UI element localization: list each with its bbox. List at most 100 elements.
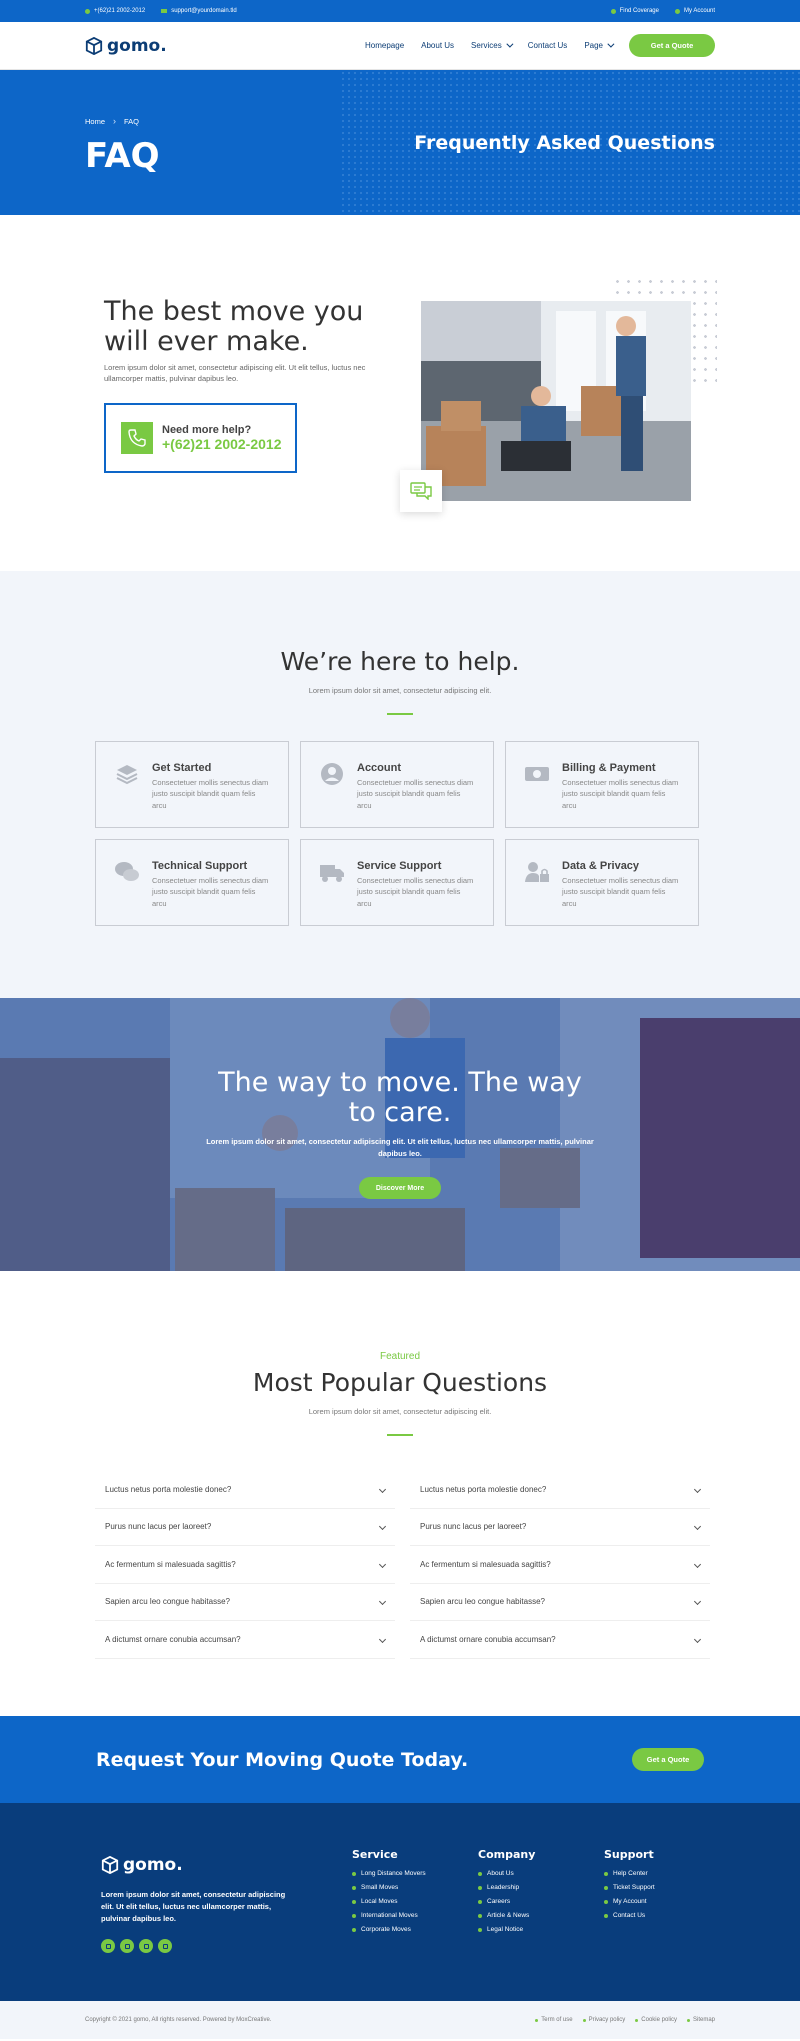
faq-item[interactable]: Purus nunc lacus per laoreet? (95, 1508, 395, 1546)
cta-title: Request Your Moving Quote Today. (96, 1748, 469, 1771)
page-hero: Home › FAQ FAQ Frequently Asked Question… (0, 70, 800, 215)
card-text: Consectetuer mollis senectus diam justo … (357, 876, 474, 908)
user-lock-icon (524, 860, 550, 886)
faq-item[interactable]: Ac fermentum si malesuada sagittis? (95, 1546, 395, 1584)
chevron-down-icon (607, 40, 615, 48)
faq-item[interactable]: Luctus netus porta molestie donec? (95, 1471, 395, 1509)
card-service-support[interactable]: Service Support Consectetuer mollis senec… (300, 839, 494, 926)
dribbble-icon[interactable] (120, 1939, 134, 1953)
breadcrumb-home[interactable]: Home (85, 117, 105, 126)
footer-link[interactable]: Article & News (478, 1912, 535, 1919)
legal-link[interactable]: Sitemap (687, 2017, 715, 2023)
card-title: Data & Privacy (562, 860, 640, 872)
phone-contact[interactable]: +(62)21 2002-2012 (85, 8, 145, 14)
card-billing[interactable]: Billing & Payment Consectetuer mollis sen… (505, 741, 699, 828)
discover-more-button[interactable]: Discover More (359, 1177, 441, 1199)
intro-heading: The best move you will ever make. (104, 296, 364, 357)
legal-link[interactable]: Cookie policy (635, 2017, 677, 2023)
cta-quote-button[interactable]: Get a Quote (632, 1748, 704, 1771)
footer-logo-text: gomo. (123, 1855, 183, 1875)
my-account-link[interactable]: My Account (674, 8, 715, 14)
nav-about[interactable]: About Us (421, 41, 454, 50)
moving-banner: The way to move. The way to care. Lorem … (0, 998, 800, 1271)
help-phone[interactable]: +(62)21 2002-2012 (162, 436, 282, 452)
faq-item[interactable]: Luctus netus porta molestie donec? (410, 1471, 710, 1509)
chat-icon[interactable] (400, 470, 442, 512)
faq-question: Purus nunc lacus per laoreet? (420, 1522, 527, 1532)
faq-subtitle: Lorem ipsum dolor sit amet, consectetur … (308, 1407, 492, 1416)
nav-contact[interactable]: Contact Us (528, 41, 568, 50)
chevron-right-icon: › (113, 116, 117, 126)
box-logo-icon (101, 1856, 119, 1874)
find-coverage-label: Find Coverage (619, 8, 659, 14)
help-subtitle: Lorem ipsum dolor sit amet, consectetur … (308, 686, 492, 695)
intro-section: The best move you will ever make. Lorem … (0, 215, 800, 571)
faq-item[interactable]: A dictumst ornare conubia accumsan? (95, 1621, 395, 1659)
nav-services[interactable]: Services (471, 40, 514, 50)
faq-item[interactable]: Sapien arcu leo congue habitasse? (410, 1583, 710, 1621)
footer-logo[interactable]: gomo. (101, 1855, 183, 1875)
twitter-icon[interactable] (158, 1939, 172, 1953)
chevron-down-icon (693, 1523, 702, 1531)
quote-cta: Request Your Moving Quote Today. Get a Q… (0, 1716, 800, 1803)
top-bar: +(62)21 2002-2012 support@yourdomain.tld… (0, 0, 800, 22)
site-logo[interactable]: gomo. (85, 36, 167, 56)
footer-link[interactable]: Small Moves (352, 1884, 426, 1891)
faq-question: Luctus netus porta molestie donec? (105, 1484, 232, 1494)
nav-page[interactable]: Page (584, 40, 615, 50)
footer-link[interactable]: Legal Notice (478, 1926, 535, 1933)
find-coverage-link[interactable]: Find Coverage (610, 8, 659, 14)
faq-list: Luctus netus porta molestie donec? Luctu… (95, 1471, 710, 1659)
facebook-icon[interactable] (101, 1939, 115, 1953)
instagram-icon[interactable] (139, 1939, 153, 1953)
banner-text: Lorem ipsum dolor sit amet, consectetur … (206, 1137, 594, 1158)
user-circle-icon (319, 762, 345, 788)
footer-support-column: Support Help Center Ticket Support My Ac… (604, 1848, 655, 1926)
faq-item[interactable]: Ac fermentum si malesuada sagittis? (410, 1546, 710, 1584)
my-account-label: My Account (683, 8, 715, 14)
title-underline (387, 713, 413, 715)
chevron-down-icon (693, 1560, 702, 1568)
legal-link[interactable]: Term of use (535, 2017, 572, 2023)
money-bill-icon (524, 762, 550, 788)
card-data-privacy[interactable]: Data & Privacy Consectetuer mollis senect… (505, 839, 699, 926)
nav-services-label: Services (471, 41, 502, 50)
email-contact[interactable]: support@yourdomain.tld (161, 8, 237, 14)
help-box[interactable]: Need more help? +(62)21 2002-2012 (104, 403, 297, 473)
footer-link[interactable]: Corporate Moves (352, 1926, 426, 1933)
email-icon (161, 9, 168, 13)
phone-text: +(62)21 2002-2012 (94, 8, 146, 14)
footer-link[interactable]: Leadership (478, 1884, 535, 1891)
footer-company-column: Company About Us Leadership Careers Arti… (478, 1848, 535, 1940)
featured-kicker: Featured (379, 1351, 421, 1362)
chevron-down-icon (378, 1635, 387, 1643)
card-title: Account (357, 762, 401, 774)
faq-question: Sapien arcu leo congue habitasse? (105, 1597, 230, 1607)
card-text: Consectetuer mollis senectus diam justo … (152, 876, 269, 908)
get-quote-button[interactable]: Get a Quote (629, 34, 715, 57)
faq-item[interactable]: Purus nunc lacus per laoreet? (410, 1508, 710, 1546)
card-technical-support[interactable]: Technical Support Consectetuer mollis sen… (95, 839, 289, 926)
email-text: support@yourdomain.tld (171, 8, 237, 14)
footer-link[interactable]: Contact Us (604, 1912, 655, 1919)
chevron-down-icon (378, 1560, 387, 1568)
footer-description: Lorem ipsum dolor sit amet, consectetur … (101, 1890, 286, 1923)
legal-link[interactable]: Privacy policy (583, 2017, 626, 2023)
faq-item[interactable]: A dictumst ornare conubia accumsan? (410, 1621, 710, 1659)
card-get-started[interactable]: Get Started Consectetuer mollis senectus … (95, 741, 289, 828)
card-account[interactable]: Account Consectetuer mollis senectus diam… (300, 741, 494, 828)
footer-link[interactable]: Local Moves (352, 1898, 426, 1905)
footer-link[interactable]: My Account (604, 1898, 655, 1905)
footer-link[interactable]: International Moves (352, 1912, 426, 1919)
footer-link[interactable]: Careers (478, 1898, 535, 1905)
footer-link[interactable]: Long Distance Movers (352, 1870, 426, 1877)
bottom-bar: Copyright © 2021 gomo, All rights reserv… (0, 2001, 800, 2039)
footer-link[interactable]: About Us (478, 1870, 535, 1877)
footer-link[interactable]: Ticket Support (604, 1884, 655, 1891)
faq-question: Purus nunc lacus per laoreet? (105, 1522, 212, 1532)
chevron-down-icon (693, 1598, 702, 1606)
footer-link[interactable]: Help Center (604, 1870, 655, 1877)
nav-homepage[interactable]: Homepage (365, 41, 404, 50)
chevron-down-icon (378, 1598, 387, 1606)
faq-item[interactable]: Sapien arcu leo congue habitasse? (95, 1583, 395, 1621)
